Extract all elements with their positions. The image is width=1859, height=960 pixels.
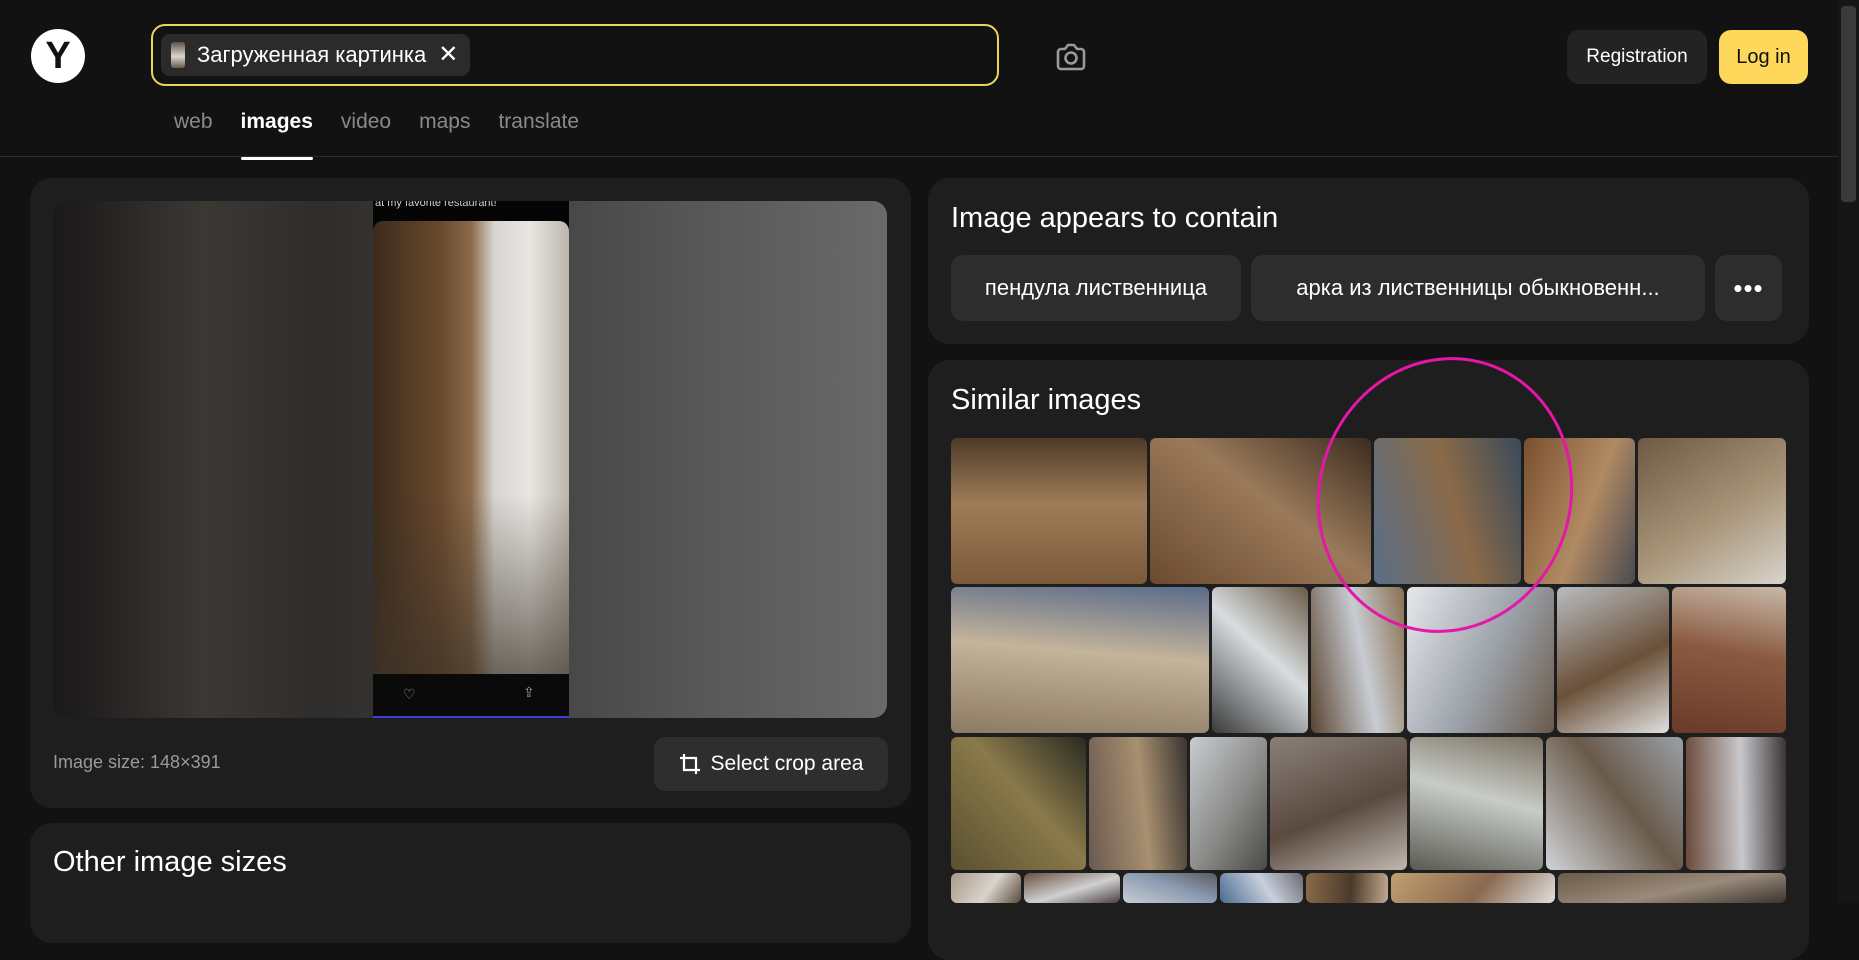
image-size-label: Image size: 148×391 xyxy=(53,752,221,772)
similar-image-thumbnail[interactable] xyxy=(1410,737,1543,870)
similar-image-thumbnail[interactable] xyxy=(1391,873,1555,903)
other-sizes-panel xyxy=(30,823,911,943)
similar-image-thumbnail[interactable] xyxy=(1123,873,1217,903)
similar-image-thumbnail[interactable] xyxy=(1306,873,1388,903)
similar-image-thumbnail[interactable] xyxy=(1524,438,1635,584)
similar-image-thumbnail[interactable] xyxy=(1024,873,1120,903)
uploaded-image-thumb xyxy=(171,42,185,68)
similar-image-thumbnail[interactable] xyxy=(951,587,1209,733)
similar-image-thumbnail[interactable] xyxy=(951,873,1021,903)
login-button[interactable]: Log in xyxy=(1719,30,1808,84)
similar-image-thumbnail[interactable] xyxy=(1686,737,1786,870)
tab-images[interactable]: images xyxy=(240,108,314,160)
similar-image-thumbnail[interactable] xyxy=(1374,438,1521,584)
similar-image-thumbnail[interactable] xyxy=(1672,587,1786,733)
logo-letter: Y xyxy=(45,35,71,77)
similar-image-thumbnail[interactable] xyxy=(1270,737,1407,870)
phone-caption: at my favorite restaurant! xyxy=(375,201,497,209)
crop-button-label: Select crop area xyxy=(710,752,864,775)
contains-title: Image appears to contain xyxy=(951,202,1279,234)
similar-image-thumbnail[interactable] xyxy=(1150,438,1371,584)
phone-screenshot: at my favorite restaurant! ♡ ⇪ xyxy=(373,201,569,718)
close-icon[interactable]: ✕ xyxy=(438,43,458,67)
camera-icon[interactable] xyxy=(1054,40,1088,74)
similar-image-thumbnail[interactable] xyxy=(951,737,1086,870)
similar-image-thumbnail[interactable] xyxy=(1311,587,1404,733)
photo-of-building xyxy=(373,221,569,676)
similar-image-thumbnail[interactable] xyxy=(951,438,1147,584)
phone-action-bar: ♡ ⇪ xyxy=(373,674,569,718)
other-sizes-title: Other image sizes xyxy=(53,846,287,878)
more-tags-button[interactable]: ••• xyxy=(1715,255,1782,321)
similar-image-thumbnail[interactable] xyxy=(1638,438,1786,584)
similar-image-thumbnail[interactable] xyxy=(1220,873,1303,903)
similar-image-thumbnail[interactable] xyxy=(1190,737,1267,870)
similar-image-thumbnail[interactable] xyxy=(1212,587,1308,733)
select-crop-area-button[interactable]: Select crop area xyxy=(654,737,888,791)
similar-image-thumbnail[interactable] xyxy=(1407,587,1554,733)
tab-video[interactable]: video xyxy=(341,108,391,158)
tag-chip[interactable]: арка из лиственницы обыкновенн... xyxy=(1251,255,1705,321)
tag-chip[interactable]: пендула лиственница xyxy=(951,255,1241,321)
search-box[interactable]: Загруженная картинка ✕ xyxy=(151,24,999,86)
scrollbar-thumb[interactable] xyxy=(1841,6,1856,202)
query-image-preview[interactable]: at my favorite restaurant! ♡ ⇪ xyxy=(53,201,887,718)
similar-image-thumbnail[interactable] xyxy=(1546,737,1683,870)
similar-image-thumbnail[interactable] xyxy=(1089,737,1187,870)
share-icon: ⇪ xyxy=(523,684,535,700)
chip-label: Загруженная картинка xyxy=(197,42,427,67)
yandex-logo[interactable]: Y xyxy=(31,29,85,83)
similar-image-thumbnail[interactable] xyxy=(1557,587,1669,733)
heart-icon: ♡ xyxy=(403,686,416,702)
search-tabs: web images video maps translate xyxy=(174,108,579,160)
header-divider xyxy=(0,156,1838,157)
crop-icon xyxy=(679,754,700,774)
similar-image-thumbnail[interactable] xyxy=(1558,873,1786,903)
tab-translate[interactable]: translate xyxy=(498,108,579,158)
tab-web[interactable]: web xyxy=(174,108,213,158)
registration-button[interactable]: Registration xyxy=(1567,30,1707,84)
similar-images-title: Similar images xyxy=(951,384,1142,416)
tab-maps[interactable]: maps xyxy=(419,108,470,158)
uploaded-image-chip[interactable]: Загруженная картинка ✕ xyxy=(161,34,471,76)
